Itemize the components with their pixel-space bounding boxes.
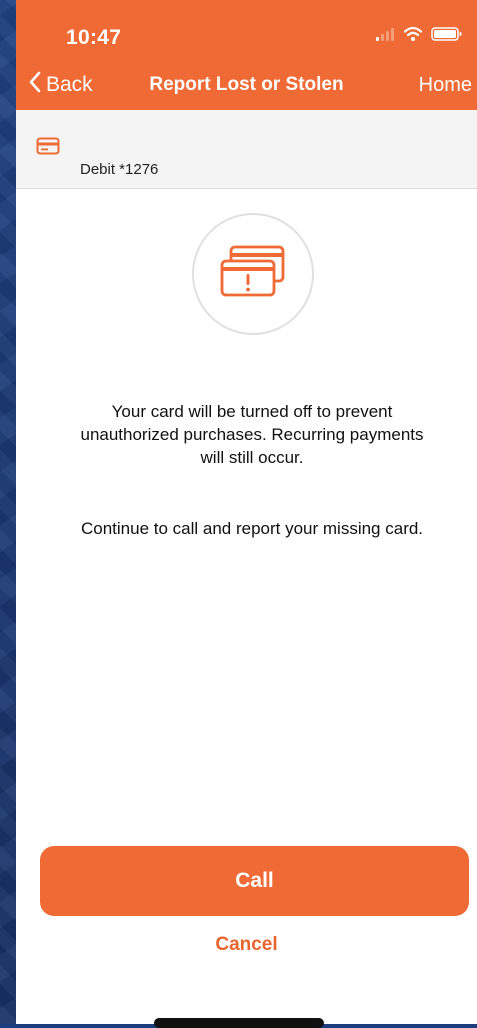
call-button[interactable]: Call bbox=[40, 846, 469, 916]
phone-screen: 10:47 Back Report Lost or Stolen Home De… bbox=[16, 0, 477, 1024]
status-time: 10:47 bbox=[66, 26, 122, 49]
info-message: Your card will be turned off to prevent … bbox=[80, 402, 424, 467]
wifi-icon bbox=[403, 26, 423, 47]
cancel-button[interactable]: Cancel bbox=[16, 934, 477, 956]
home-indicator bbox=[154, 1018, 324, 1028]
battery-icon bbox=[431, 26, 463, 47]
card-alert-icon bbox=[217, 243, 289, 306]
credit-card-icon bbox=[36, 137, 60, 160]
account-label: Debit *1276 bbox=[80, 161, 159, 178]
alert-illustration bbox=[192, 213, 314, 335]
page-title: Report Lost or Stolen bbox=[149, 74, 344, 95]
instruction-message: Continue to call and report your missing… bbox=[80, 519, 424, 538]
top-bar: 10:47 Back Report Lost or Stolen Home bbox=[16, 0, 477, 110]
status-icons bbox=[375, 26, 463, 47]
home-button[interactable]: Home bbox=[419, 74, 472, 97]
account-bar: Debit *1276 bbox=[16, 110, 477, 189]
call-button-label: Call bbox=[235, 869, 274, 892]
signal-icon bbox=[375, 27, 395, 46]
